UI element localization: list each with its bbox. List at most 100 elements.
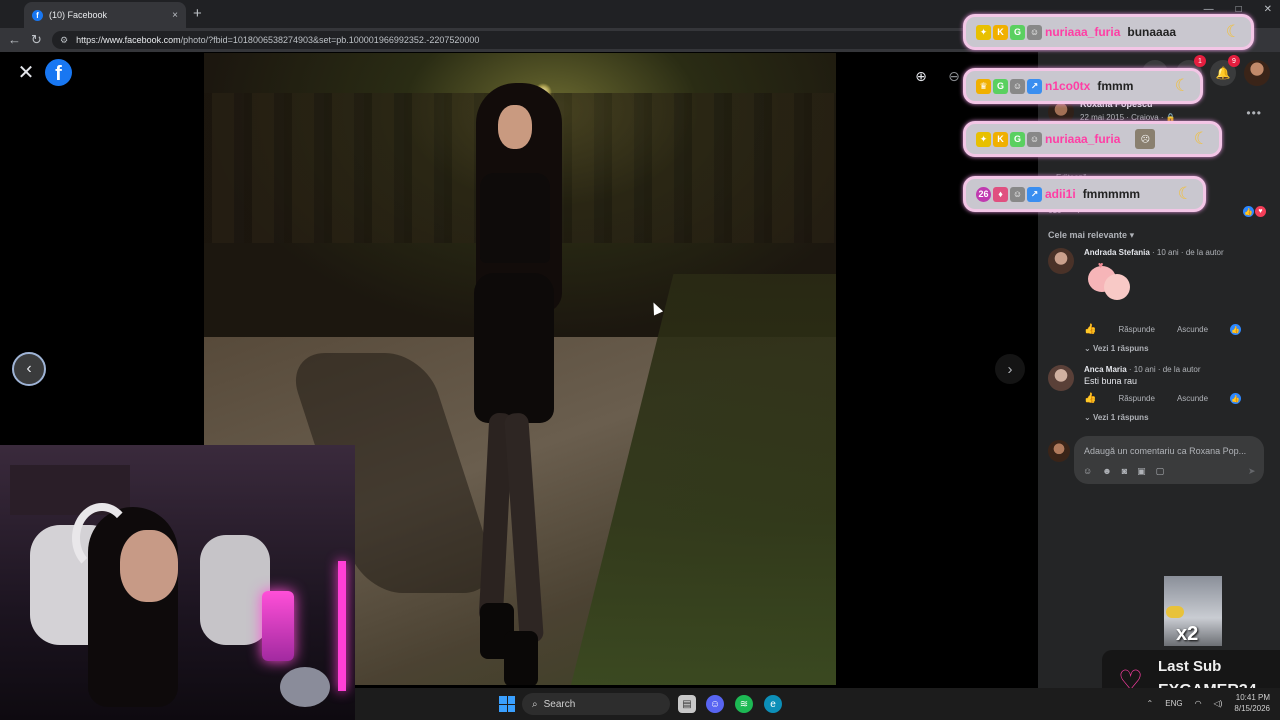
sticker-icon[interactable]: ▢ xyxy=(1156,466,1165,477)
moon-icon: ☾ xyxy=(1174,76,1190,95)
arrow-badge-icon: ↗ xyxy=(1027,186,1042,202)
avatar-sticker-icon[interactable]: ☺ xyxy=(1083,466,1092,477)
zoom-in-icon[interactable]: ⊕ xyxy=(911,66,931,86)
facebook-logo-icon[interactable]: f xyxy=(45,59,72,86)
chat-username: nuriaaa_furia xyxy=(1045,132,1121,146)
chat-badges: ♛ G ☺ ↗ xyxy=(976,78,1042,94)
reply-link[interactable]: Răspunde xyxy=(1118,394,1154,403)
like-icon[interactable]: 👍 xyxy=(1084,324,1096,335)
url-domain: https://www.facebook.com xyxy=(76,35,181,45)
facebook-favicon-icon: f xyxy=(32,9,43,21)
comment-text: Esti buna rau xyxy=(1084,376,1138,386)
gg-badge-icon: G xyxy=(1010,131,1025,147)
discord-icon[interactable]: ☺ xyxy=(706,695,724,713)
chat-message: ✦ K G ☺ nuriaaa_furia ☹ ☾ xyxy=(963,121,1222,157)
back-icon[interactable]: ← xyxy=(8,32,21,47)
new-tab-button[interactable]: + xyxy=(193,5,202,22)
view-replies-link[interactable]: ⌄ Vezi 1 răspuns xyxy=(1084,344,1149,353)
send-icon[interactable]: ➤ xyxy=(1248,466,1256,477)
browser-tab-facebook[interactable]: f (10) Facebook × xyxy=(24,2,186,28)
taskbar-search[interactable]: ⌕ Search xyxy=(522,693,670,715)
clock-time: 10:41 PM xyxy=(1235,693,1270,702)
like-reaction-icon: 👍 xyxy=(1230,324,1242,335)
previous-photo-button[interactable]: ‹ xyxy=(12,352,46,386)
edge-browser-icon[interactable]: e xyxy=(764,695,782,713)
spotify-icon[interactable]: ≋ xyxy=(735,695,753,713)
search-label: Search xyxy=(543,698,576,710)
k-badge-icon: K xyxy=(993,24,1008,40)
comment-time: · 10 ani · xyxy=(1149,248,1186,257)
chat-text: fmmmmm xyxy=(1082,187,1141,201)
comment-header: Andrada Stefania · 10 ani · de la autor xyxy=(1084,248,1224,257)
hide-link[interactable]: Ascunde xyxy=(1177,325,1208,334)
like-icon[interactable]: 👍 xyxy=(1084,393,1096,404)
commenter-name[interactable]: Anca Maria xyxy=(1084,365,1127,374)
site-info-icon[interactable]: ⚙ xyxy=(60,35,68,46)
chat-message: ♛ G ☺ ↗ n1co0tx fmmm ☾ xyxy=(963,68,1203,104)
reaction-icons: 👍 ♥ xyxy=(1243,206,1266,217)
commenter-avatar[interactable] xyxy=(1048,248,1074,274)
cat-badge-icon: ☺ xyxy=(1027,24,1042,40)
sword-badge-icon: ✦ xyxy=(976,131,991,147)
commenter-name[interactable]: Andrada Stefania xyxy=(1084,248,1150,257)
from-author-label: de la autor xyxy=(1185,248,1224,257)
comment-item: Andrada Stefania · 10 ani · de la autor … xyxy=(1048,248,1270,353)
reply-link[interactable]: Răspunde xyxy=(1118,325,1154,334)
windows-taskbar: ⌕ Search ▤ ☺ ≋ e ⌃ ENG ◠ ◁) 10:41 PM 8/1… xyxy=(355,688,1280,720)
comment-sort-dropdown[interactable]: Cele mai relevante ▾ xyxy=(1048,230,1134,241)
gift-badge-icon: ♦ xyxy=(993,186,1008,202)
chat-text: bunaaaa xyxy=(1127,25,1177,39)
tray-chevron-icon[interactable]: ⌃ xyxy=(1147,699,1154,708)
chat-badges: ✦ K G ☺ xyxy=(976,24,1042,40)
chat-text: fmmm xyxy=(1097,79,1134,93)
love-reaction-icon: ♥ xyxy=(1255,206,1266,217)
tab-close-icon[interactable]: × xyxy=(172,10,178,21)
emote-icon: ☹ xyxy=(1135,129,1156,149)
gif-multiplier: x2 xyxy=(1176,623,1199,645)
gif-icon[interactable]: ▣ xyxy=(1137,466,1146,477)
post-options-icon[interactable]: ••• xyxy=(1246,106,1262,120)
chat-badges: ✦ K G ☺ xyxy=(976,131,1042,147)
reaction-gif: x2 xyxy=(1164,576,1222,646)
chat-message: 26 ♦ ☺ ↗ adii1i fmmmmm ☾ xyxy=(963,176,1206,212)
windows-start-icon[interactable] xyxy=(499,696,515,712)
reload-icon[interactable]: ↻ xyxy=(31,32,42,48)
file-explorer-icon[interactable]: ▤ xyxy=(678,695,696,713)
moon-icon: ☾ xyxy=(1177,184,1193,203)
emoji-icon[interactable]: ☻ xyxy=(1102,466,1111,477)
chat-message: ✦ K G ☺ nuriaaa_furia bunaaaa ☾ xyxy=(963,14,1254,50)
volume-icon[interactable]: ◁) xyxy=(1214,699,1223,708)
profile-avatar[interactable] xyxy=(1244,60,1270,86)
webcam-overlay xyxy=(0,445,355,720)
clock[interactable]: 10:41 PM 8/15/2026 xyxy=(1234,692,1270,714)
url-path: /photo/?fbid=1018006538274903&set=pb.100… xyxy=(180,35,480,45)
view-replies-link[interactable]: ⌄ Vezi 1 răspuns xyxy=(1084,413,1149,422)
next-photo-button[interactable]: › xyxy=(995,354,1025,384)
zoom-out-icon[interactable]: ⊖ xyxy=(944,66,964,86)
search-icon: ⌕ xyxy=(532,698,538,710)
from-author-label: de la autor xyxy=(1162,365,1201,374)
month-badge: 26 xyxy=(976,186,991,202)
sort-label: Cele mai relevante xyxy=(1048,230,1128,240)
hide-link[interactable]: Ascunde xyxy=(1177,394,1208,403)
wifi-icon[interactable]: ◠ xyxy=(1195,699,1202,708)
chat-badges: 26 ♦ ☺ ↗ xyxy=(976,186,1042,202)
cat-badge-icon: ☺ xyxy=(1010,186,1025,202)
system-tray: ⌃ ENG ◠ ◁) 10:41 PM 8/15/2026 xyxy=(1147,692,1270,714)
camera-icon[interactable]: ◙ xyxy=(1122,466,1127,477)
like-reaction-icon: 👍 xyxy=(1230,393,1242,404)
gg-badge-icon: G xyxy=(1010,24,1025,40)
window-close-icon[interactable]: ✕ xyxy=(1264,4,1272,15)
commenter-avatar[interactable] xyxy=(1048,365,1074,391)
chat-username: adii1i xyxy=(1045,187,1076,201)
notifications-badge: 9 xyxy=(1228,55,1240,67)
composer-tools: ☺ ☻ ◙ ▣ ▢ xyxy=(1083,466,1164,477)
tab-title: (10) Facebook xyxy=(49,10,108,20)
close-viewer-icon[interactable]: ✕ xyxy=(14,60,38,84)
comment-actions: 👍 Răspunde Ascunde 👍 xyxy=(1084,393,1242,404)
comment-sticker: ♥ xyxy=(1084,260,1136,306)
language-indicator[interactable]: ENG xyxy=(1165,699,1182,708)
notifications-bell-icon[interactable]: 🔔 9 xyxy=(1210,55,1240,86)
moon-icon: ☾ xyxy=(1225,22,1241,41)
composer-avatar xyxy=(1048,440,1070,462)
